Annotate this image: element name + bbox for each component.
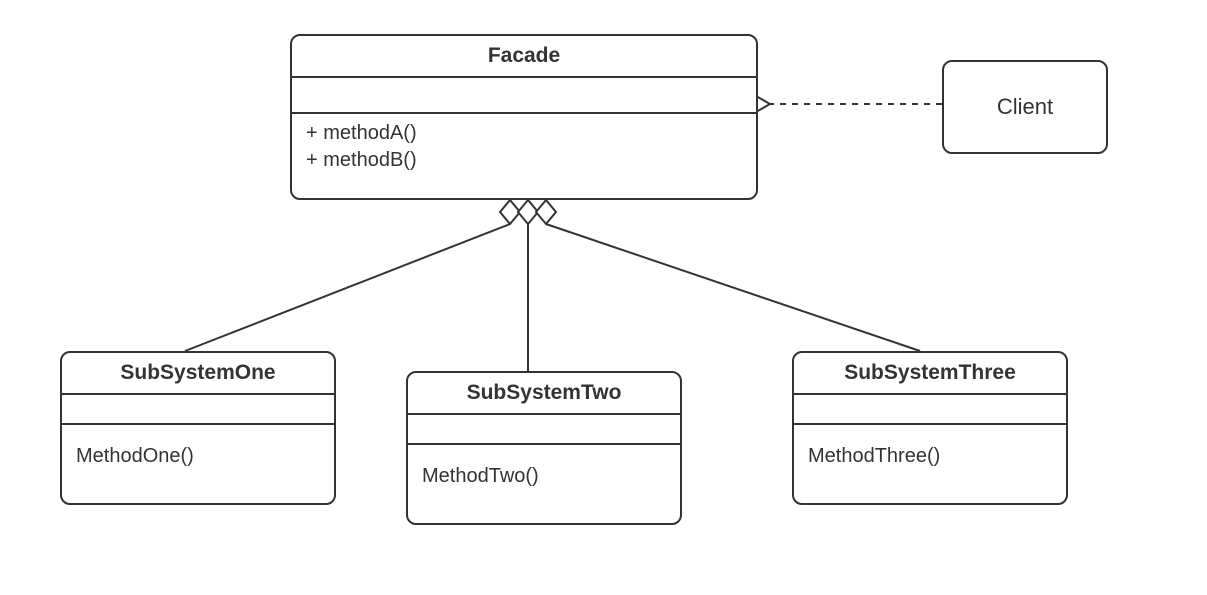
method-item: MethodThree() xyxy=(808,443,1052,470)
class-attributes xyxy=(292,78,756,114)
class-methods: MethodThree() xyxy=(794,425,1066,480)
class-subsystem-three: SubSystemThree MethodThree() xyxy=(792,351,1068,505)
diagram-canvas: Facade + methodA() + methodB() Client Su… xyxy=(0,0,1207,595)
class-title: SubSystemOne xyxy=(62,353,334,395)
class-title: SubSystemThree xyxy=(794,353,1066,395)
class-title: Facade xyxy=(292,36,756,78)
method-item: MethodTwo() xyxy=(422,463,666,490)
class-title: Client xyxy=(997,94,1053,120)
class-attributes xyxy=(408,415,680,445)
method-item: MethodOne() xyxy=(76,443,320,470)
edge-facade-to-subsystem-one xyxy=(185,224,510,351)
method-item: + methodA() xyxy=(306,120,742,147)
class-attributes xyxy=(794,395,1066,425)
aggregation-diamond-icon xyxy=(500,200,520,224)
edge-facade-to-subsystem-three xyxy=(546,224,920,351)
class-methods: + methodA() + methodB() xyxy=(292,114,756,184)
class-methods: MethodOne() xyxy=(62,425,334,480)
aggregation-diamond-icon xyxy=(518,200,538,224)
aggregation-diamond-icon xyxy=(536,200,556,224)
class-attributes xyxy=(62,395,334,425)
class-facade: Facade + methodA() + methodB() xyxy=(290,34,758,200)
class-subsystem-two: SubSystemTwo MethodTwo() xyxy=(406,371,682,525)
class-methods: MethodTwo() xyxy=(408,445,680,500)
class-subsystem-one: SubSystemOne MethodOne() xyxy=(60,351,336,505)
class-client: Client xyxy=(942,60,1108,154)
class-title: SubSystemTwo xyxy=(408,373,680,415)
method-item: + methodB() xyxy=(306,147,742,174)
